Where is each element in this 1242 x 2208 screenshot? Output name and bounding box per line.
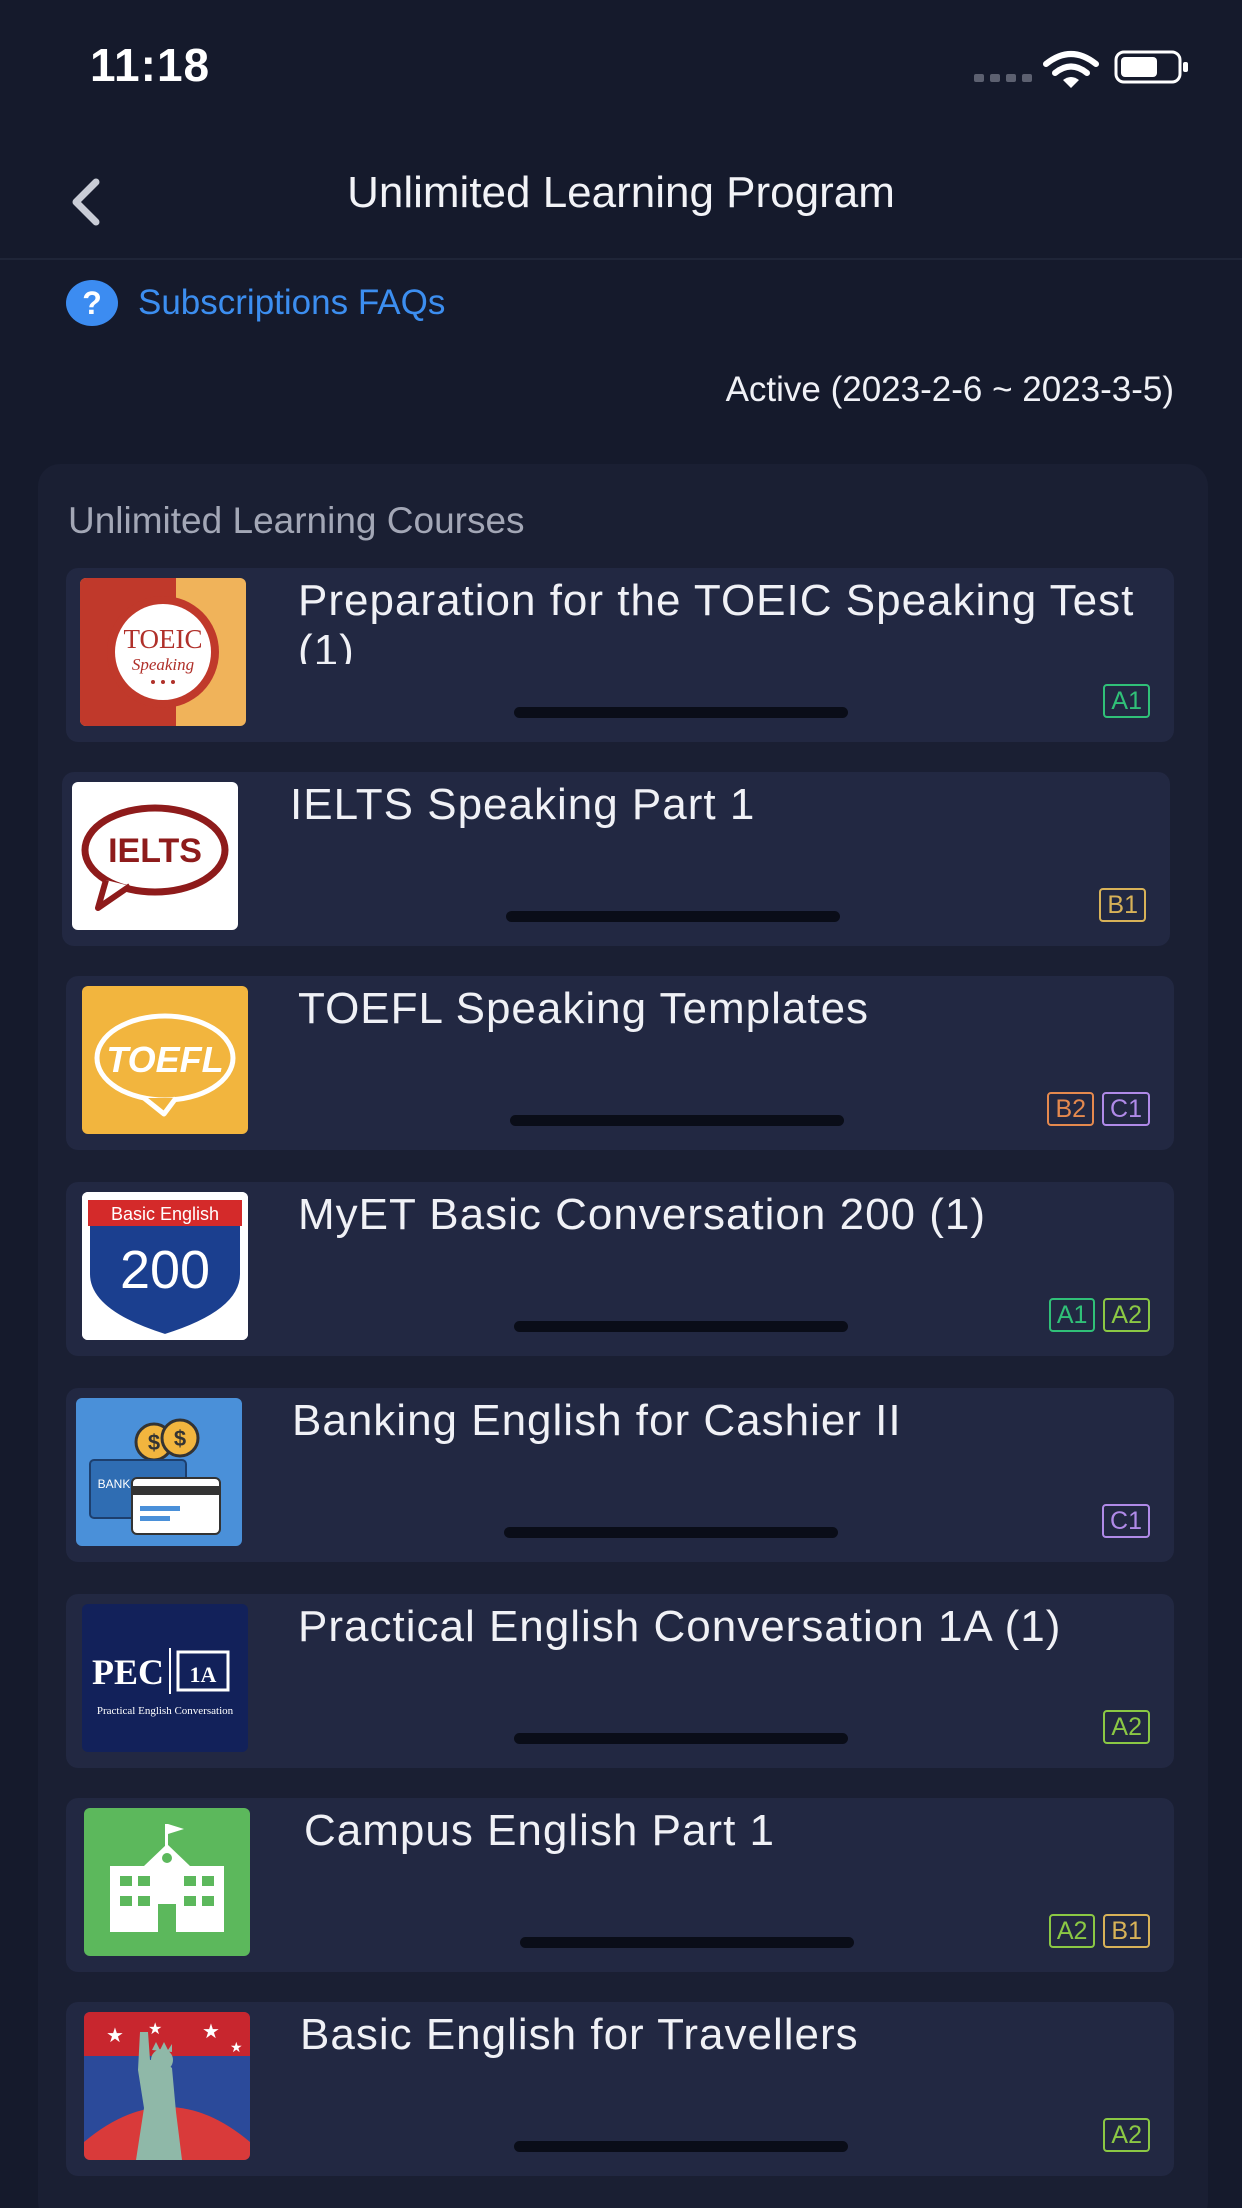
level-badge: A2 — [1048, 1914, 1096, 1948]
level-badges: B2 C1 — [1047, 1092, 1150, 1126]
page-title: Unlimited Learning Program — [347, 168, 895, 217]
level-badge: C1 — [1102, 1092, 1150, 1126]
thumb-line2: Speaking — [132, 655, 194, 674]
progress-bar — [506, 911, 840, 922]
level-badges: A2 B1 — [1048, 1914, 1150, 1948]
level-badge: B2 — [1047, 1092, 1095, 1126]
status-time: 11:18 — [90, 39, 211, 91]
svg-text:$: $ — [148, 1430, 160, 1455]
thumb-line1: TOEIC — [124, 624, 203, 654]
progress-bar — [514, 1733, 848, 1744]
level-badge: A1 — [1048, 1298, 1096, 1332]
toeic-logo-icon: TOEIC Speaking — [80, 578, 246, 726]
statue-of-liberty-icon: ★ ★ ★ ★ — [84, 2012, 250, 2160]
level-badge: A2 — [1103, 1298, 1150, 1332]
level-badge: B1 — [1099, 888, 1146, 922]
level-badge: A2 — [1103, 1710, 1150, 1744]
progress-bar — [510, 1115, 844, 1126]
svg-text:★: ★ — [148, 2021, 162, 2038]
course-title: Preparation for the TOEIC Speaking Test … — [298, 576, 1135, 664]
thumb-line1: IELTS — [108, 832, 202, 870]
status-bar: 11:18 — [0, 0, 1242, 132]
svg-text:★: ★ — [202, 2021, 220, 2043]
level-badge: A1 — [1103, 684, 1150, 718]
wifi-icon — [1043, 51, 1099, 88]
level-badge: A2 — [1103, 2118, 1150, 2152]
progress-bar — [514, 1321, 848, 1332]
course-card[interactable]: IELTS IELTS Speaking Part 1 B1 — [62, 772, 1170, 946]
level-badges: C1 — [1102, 1504, 1150, 1538]
level-badges: B1 — [1099, 888, 1146, 922]
thumb-line1: PEC — [92, 1652, 164, 1692]
thumb-line2: 200 — [120, 1240, 210, 1300]
course-title: IELTS Speaking Part 1 — [290, 780, 756, 829]
course-title: Basic English for Travellers — [300, 2010, 859, 2059]
progress-bar — [504, 1527, 838, 1538]
svg-text:★: ★ — [230, 2039, 243, 2055]
course-card[interactable]: TOEIC Speaking Preparation for the TOEIC… — [66, 568, 1174, 742]
thumb-line1: Basic English — [111, 1204, 219, 1224]
thumb-line1: TOEFL — [106, 1039, 223, 1080]
subscription-status: Active (2023-2-6 ~ 2023-3-5) — [725, 370, 1174, 409]
course-card[interactable]: ★ ★ ★ ★ Basic English for Travellers A2 — [66, 2002, 1174, 2176]
course-card[interactable]: Campus English Part 1 A2 B1 — [66, 1798, 1174, 1972]
pec-book-logo-icon: PEC 1A Practical English Conversation — [82, 1604, 248, 1752]
thumb-line3: Practical English Conversation — [97, 1705, 234, 1717]
course-title: Practical English Conversation 1A (1) — [298, 1602, 1062, 1651]
course-card[interactable]: Basic English 200 MyET Basic Conversatio… — [66, 1182, 1174, 1356]
toefl-logo-icon: TOEFL — [82, 986, 248, 1134]
course-card[interactable]: $ $ BANK Banking English for Cashier II … — [66, 1388, 1174, 1562]
level-badge: C1 — [1102, 1504, 1150, 1538]
subscriptions-faq-link[interactable]: ? Subscriptions FAQs — [66, 280, 445, 326]
course-card[interactable]: PEC 1A Practical English Conversation Pr… — [66, 1594, 1174, 1768]
level-badges: A2 — [1103, 1710, 1150, 1744]
thumb-line2: 1A — [190, 1662, 217, 1687]
course-title: MyET Basic Conversation 200 (1) — [298, 1190, 987, 1239]
course-title: TOEFL Speaking Templates — [298, 984, 870, 1033]
course-title: Campus English Part 1 — [304, 1806, 775, 1855]
svg-text:$: $ — [174, 1426, 186, 1451]
course-card[interactable]: TOEFL TOEFL Speaking Templates B2 C1 — [66, 976, 1174, 1150]
nav-divider — [0, 258, 1242, 260]
progress-bar — [514, 2141, 848, 2152]
basic-english-200-logo-icon: Basic English 200 — [82, 1192, 248, 1340]
battery-icon — [1114, 50, 1188, 84]
school-building-icon — [84, 1808, 250, 1956]
progress-bar — [514, 707, 848, 718]
level-badges: A1 A2 — [1048, 1298, 1150, 1332]
thumb-line1: BANK — [98, 1477, 131, 1491]
progress-bar — [520, 1937, 854, 1948]
level-badges: A2 — [1103, 2118, 1150, 2152]
app-screen: 11:18 Unlimited Learning Program ? Subsc… — [0, 0, 1242, 2208]
level-badges: A1 — [1103, 684, 1150, 718]
faq-link-label: Subscriptions FAQs — [138, 283, 446, 322]
level-badge: B1 — [1103, 1914, 1150, 1948]
navigation-bar: Unlimited Learning Program — [0, 132, 1242, 260]
section-title: Unlimited Learning Courses — [68, 500, 525, 541]
svg-text:★: ★ — [106, 2025, 124, 2047]
bank-card-coins-icon: $ $ BANK — [76, 1398, 242, 1546]
course-title: Banking English for Cashier II — [292, 1396, 902, 1445]
cellular-signal-icon — [974, 74, 1032, 82]
ielts-logo-icon: IELTS — [72, 782, 238, 930]
question-circle-icon: ? — [66, 280, 118, 326]
